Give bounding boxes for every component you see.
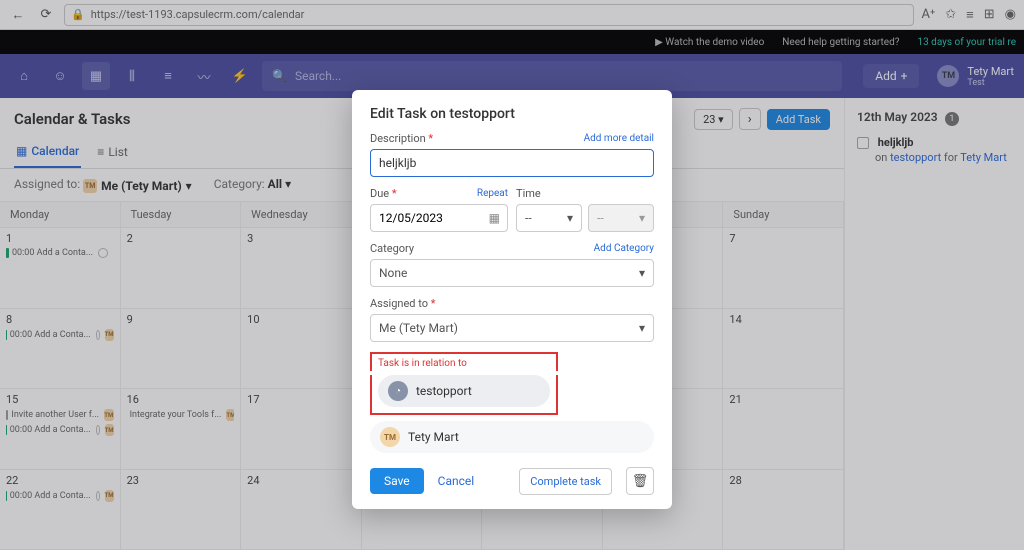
relation-opportunity[interactable]: ◔ testopport [378, 375, 550, 407]
save-button[interactable]: Save [370, 468, 424, 494]
complete-task-button[interactable]: Complete task [519, 468, 612, 495]
assigned-to-select[interactable]: Me (Tety Mart)▾ [370, 314, 654, 342]
calendar-picker-icon[interactable]: ▦ [489, 211, 500, 225]
modal-title: Edit Task on testopport [370, 106, 654, 122]
repeat-link[interactable]: Repeat [477, 188, 508, 199]
chevron-down-icon: ▾ [639, 266, 645, 280]
trash-icon: 🗑 [632, 474, 649, 489]
chevron-down-icon: ▾ [639, 321, 645, 335]
due-date-input[interactable] [370, 204, 508, 232]
chevron-down-icon: ▾ [567, 211, 573, 225]
relation-section-label: Task is in relation to [370, 352, 558, 371]
cancel-button[interactable]: Cancel [438, 474, 475, 488]
edit-task-modal: Edit Task on testopport Description * Ad… [352, 90, 672, 509]
tz-select: --▾ [588, 204, 654, 232]
description-input[interactable] [370, 149, 654, 177]
relation-person[interactable]: TM Tety Mart [370, 421, 654, 453]
category-select[interactable]: None▾ [370, 259, 654, 287]
add-more-detail-link[interactable]: Add more detail [584, 133, 654, 144]
chevron-down-icon: ▾ [639, 211, 645, 225]
add-category-link[interactable]: Add Category [594, 243, 654, 254]
relation-highlight-box: ◔ testopport [370, 375, 558, 415]
delete-task-button[interactable]: 🗑 [626, 467, 654, 495]
avatar: TM [380, 427, 400, 447]
modal-overlay: Edit Task on testopport Description * Ad… [0, 0, 1024, 550]
opportunity-icon: ◔ [388, 381, 408, 401]
time-select[interactable]: --▾ [516, 204, 582, 232]
